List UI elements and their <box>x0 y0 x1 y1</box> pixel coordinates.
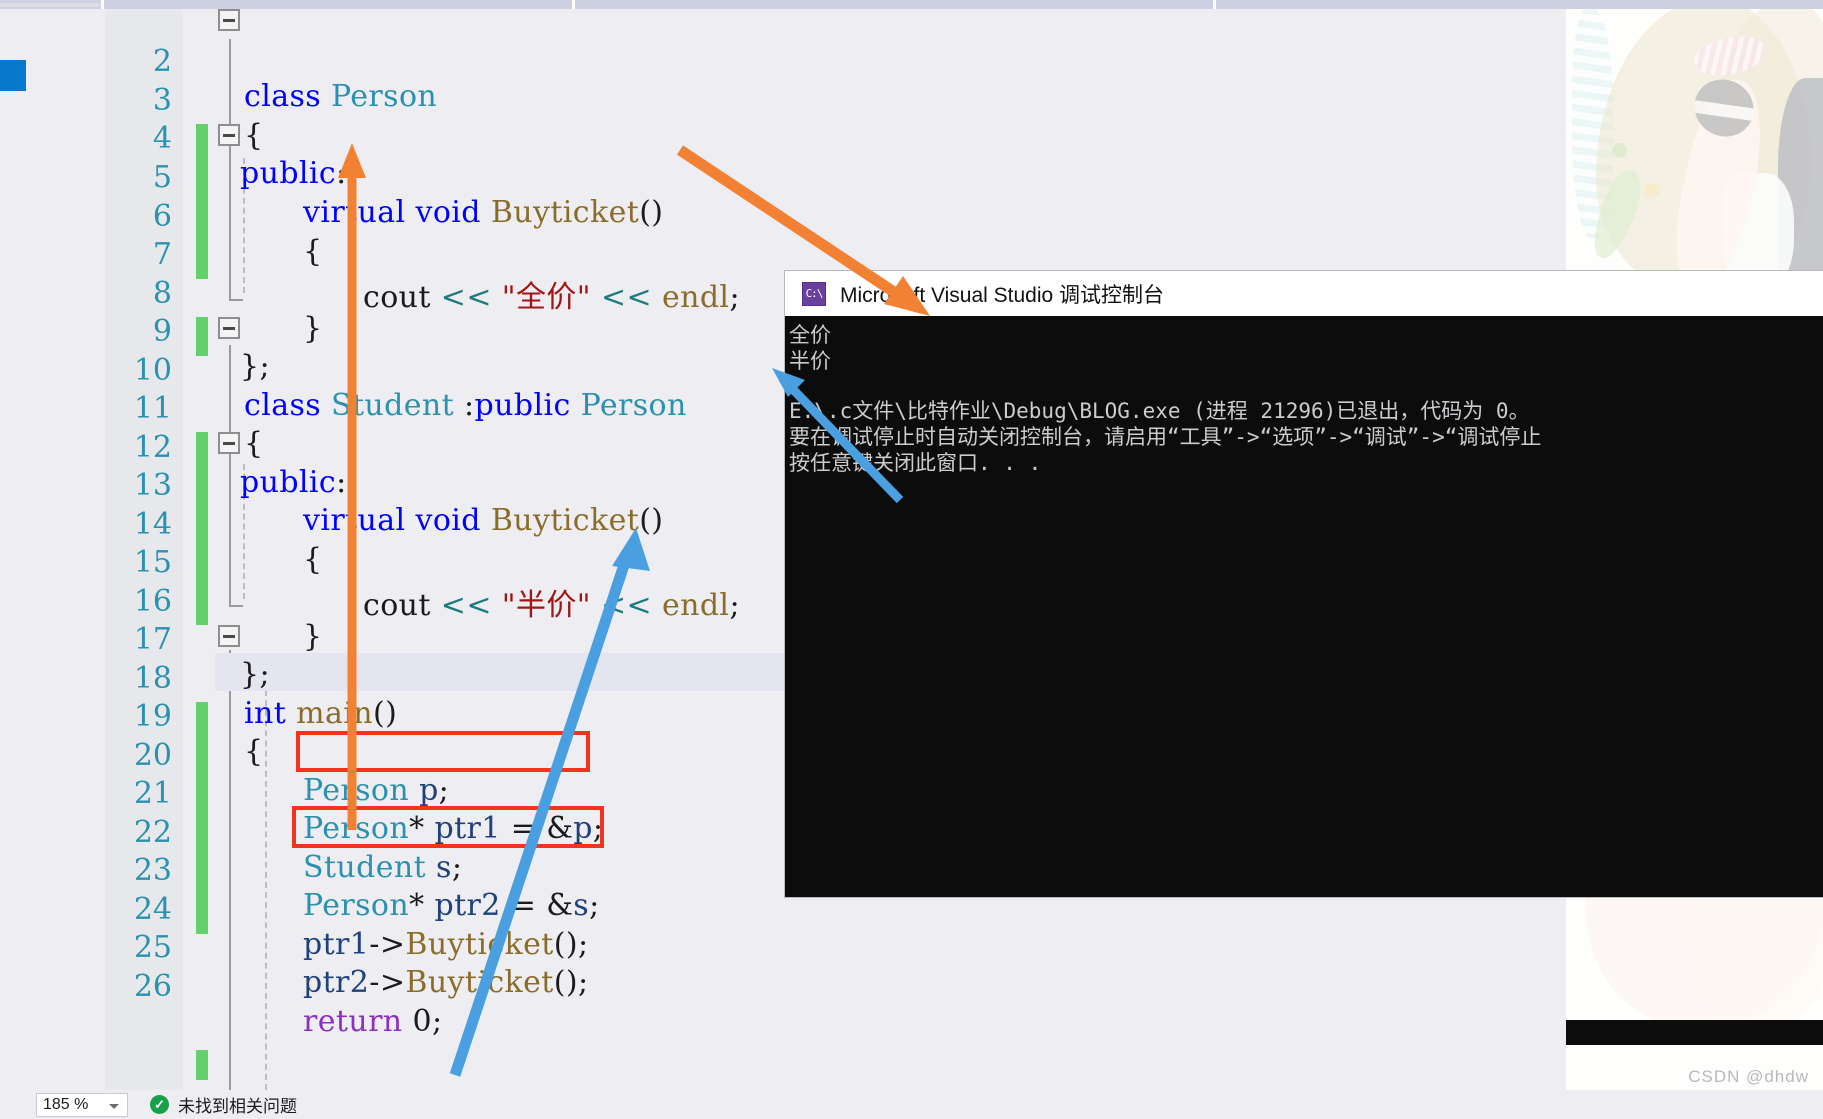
code-line[interactable]: 6 { <box>0 164 1566 269</box>
console-output-line: E:\.c文件\比特作业\Debug\BLOG.exe (进程 21296)已退… <box>789 399 1530 423</box>
console-title-bar[interactable]: C:\ Microsoft Visual Studio 调试控制台 <box>785 271 1823 317</box>
code-line[interactable]: 4 public: <box>0 86 1566 191</box>
code-line[interactable]: 3 { <box>0 48 1566 153</box>
console-shadow-strip <box>1566 1020 1823 1045</box>
console-output-line: 全价 <box>789 323 831 347</box>
debug-console-window[interactable]: C:\ Microsoft Visual Studio 调试控制台 全价 半价 … <box>785 271 1823 897</box>
code-line[interactable]: 2 class Person <box>0 9 1566 114</box>
top-splitter-divider <box>1213 0 1216 9</box>
csdn-watermark: CSDN @dhdw <box>1688 1067 1809 1086</box>
highlight-box-ptr1 <box>296 731 590 772</box>
screenshot-root: 2 class Person 3 { 4 public: 5 virtual v… <box>0 0 1823 1119</box>
code-text: return 0; <box>303 1004 443 1039</box>
zoom-level-selector[interactable]: 185 % <box>36 1092 128 1117</box>
console-output-line: 半价 <box>789 349 831 373</box>
console-output-line: 要在调试停止时自动关闭控制台，请启用“工具”->“选项”->“调试”->“调试停… <box>789 425 1542 449</box>
console-title-text: Microsoft Visual Studio 调试控制台 <box>840 283 1165 307</box>
code-line[interactable]: 7 cout << "全价" << endl; <box>0 202 1566 315</box>
chevron-down-icon[interactable] <box>109 1103 119 1109</box>
top-splitter-divider <box>101 0 104 9</box>
top-splitter-divider <box>572 0 575 9</box>
line-number: 26 <box>133 969 172 1004</box>
top-splitter-strip[interactable] <box>0 0 1823 9</box>
highlight-box-ptr2 <box>292 806 604 848</box>
status-message: 未找到相关问题 <box>178 1097 297 1116</box>
code-line[interactable]: 5 virtual void Buyticket() <box>0 125 1566 230</box>
top-splitter-left-segment <box>0 3 101 7</box>
console-output-line: 按任意键关闭此窗口. . . <box>789 451 1042 475</box>
command-prompt-icon: C:\ <box>802 281 826 306</box>
status-bar: 185 % ✓ 未找到相关问题 <box>0 1090 1823 1119</box>
console-output-area[interactable]: 全价 半价 E:\.c文件\比特作业\Debug\BLOG.exe (进程 21… <box>785 316 1823 897</box>
zoom-level-value: 185 % <box>43 1095 89 1113</box>
check-circle-icon: ✓ <box>150 1095 169 1114</box>
code-line[interactable]: 25 ptr2->Buyticket(); <box>0 895 1566 1000</box>
code-line[interactable]: 26 return 0; <box>0 934 1566 1039</box>
